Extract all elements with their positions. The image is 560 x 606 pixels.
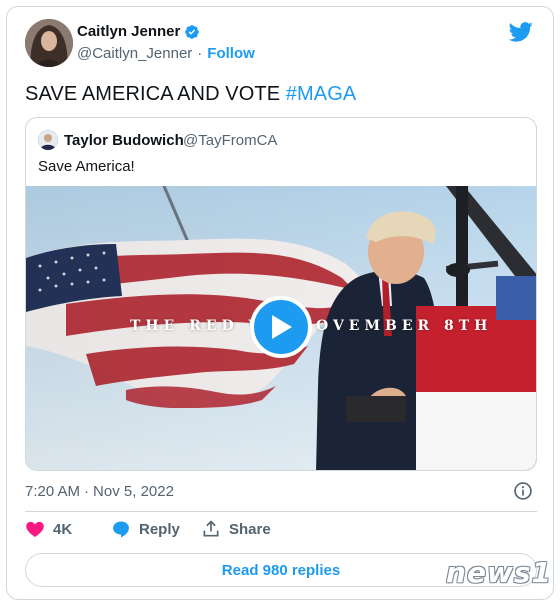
separator-dot: · [197,45,203,62]
like-button[interactable]: 4K [25,519,111,539]
quoted-handle[interactable]: @TayFromCA [183,132,277,149]
twitter-bird-icon[interactable] [509,21,533,43]
tweet-time: 7:20 AM [25,483,81,500]
quoted-tweet[interactable]: Taylor Budowich @TayFromCA Save America! [25,117,537,471]
reply-button[interactable]: Reply [111,519,201,539]
tweet-actions: 4K Reply Share [25,519,281,539]
author-avatar[interactable] [25,19,73,67]
tweet-timestamp[interactable]: 7:20 AM · Nov 5, 2022 [25,483,174,500]
tweet-date: Nov 5, 2022 [93,483,174,500]
quoted-display-name[interactable]: Taylor Budowich [64,132,184,149]
hashtag-link[interactable]: #MAGA [286,83,357,105]
tweet-card: Caitlyn Jenner @Caitlyn_Jenner · Follow … [6,6,554,600]
like-count: 4K [53,520,73,538]
timestamp-separator: · [84,483,90,500]
tweet-body: SAVE AMERICA AND VOTE [25,83,286,105]
quoted-author-avatar[interactable] [38,130,58,150]
info-icon[interactable] [513,481,533,501]
news1-watermark: news1 [446,556,552,589]
share-label: Share [229,520,271,538]
share-icon [203,520,219,537]
author-handle-row: @Caitlyn_Jenner · Follow [77,45,255,62]
video-overlay-text-right: OVEMBER 8TH [316,318,493,334]
play-icon [272,315,292,339]
video-media[interactable]: THE RED WA OVEMBER 8TH [26,186,536,470]
author-name-row: Caitlyn Jenner [77,23,200,40]
author-display-name[interactable]: Caitlyn Jenner [77,23,180,40]
quoted-text: Save America! [38,158,135,175]
author-handle[interactable]: @Caitlyn_Jenner [77,45,192,62]
heart-icon [26,521,44,537]
share-button[interactable]: Share [201,519,281,539]
play-button[interactable] [250,296,312,358]
tweet-text: SAVE AMERICA AND VOTE #MAGA [25,83,356,106]
reply-bubble-icon [113,521,129,538]
verified-badge-icon [185,24,200,39]
reply-label: Reply [139,520,180,538]
divider [25,511,537,512]
follow-button[interactable]: Follow [207,45,255,62]
